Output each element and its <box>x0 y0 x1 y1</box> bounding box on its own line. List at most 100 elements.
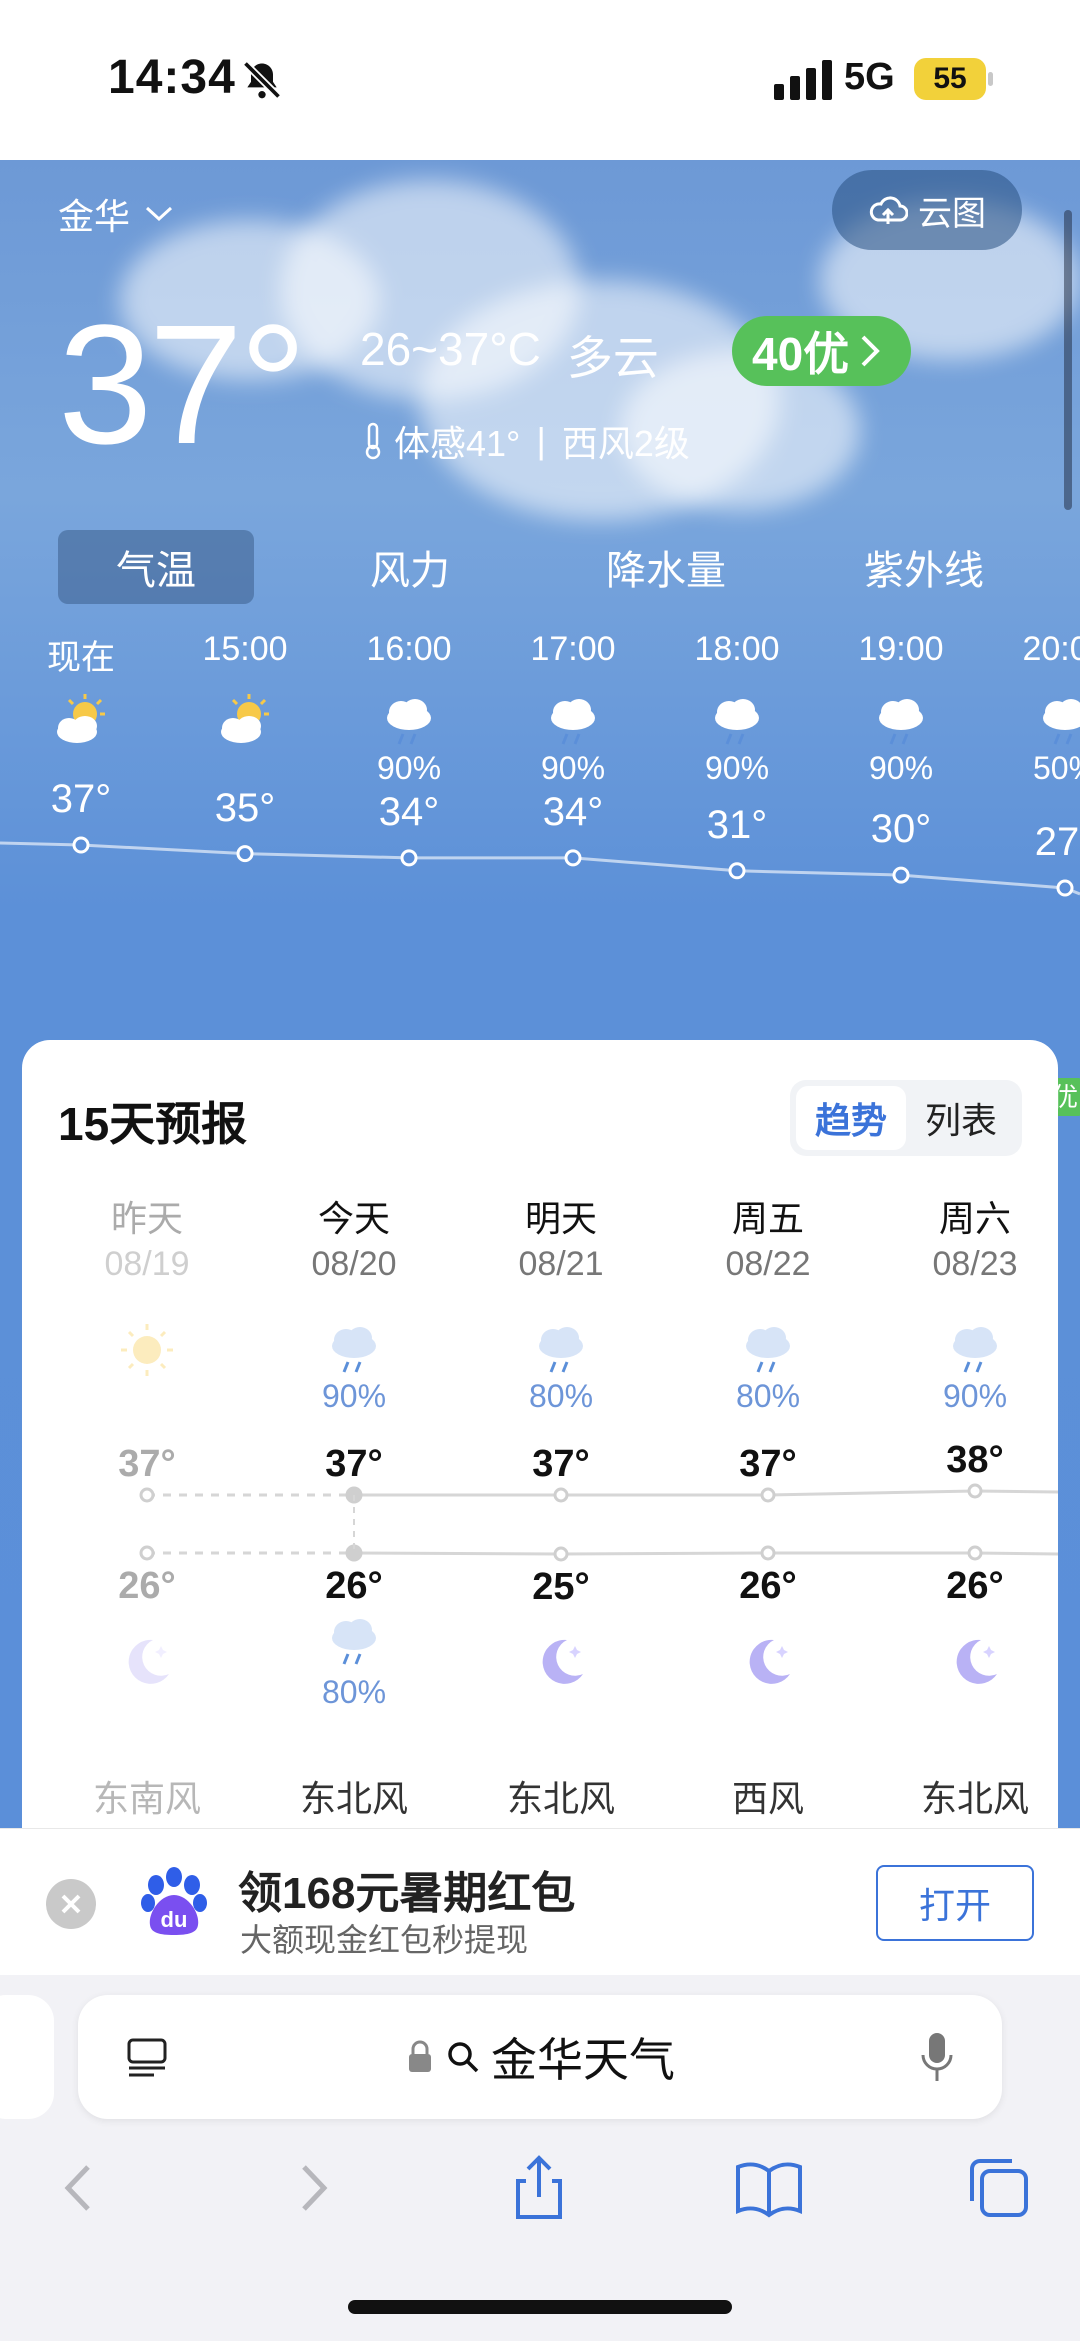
day-name: 今天 <box>317 1198 390 1239</box>
tabs-icon[interactable] <box>964 2153 1034 2223</box>
city-selector[interactable]: 金华 <box>58 188 174 240</box>
day-low-temp: 25° <box>532 1566 590 1608</box>
status-time: 14:34 <box>108 51 236 104</box>
day-high-temp: 37° <box>325 1443 383 1485</box>
hour-temp: 37° <box>50 777 112 821</box>
day-name: 明天 <box>524 1198 597 1239</box>
hour-temp: 31° <box>706 802 768 847</box>
forecast-day[interactable]: 周六 08/23 90% 38° 26° 东北风 <box>900 1040 1050 1840</box>
rain-cloud-icon <box>1043 699 1080 745</box>
day-wind: 东北风 <box>299 1778 408 1819</box>
day-low-temp: 26° <box>118 1565 176 1607</box>
day-high-temp: 37° <box>739 1443 797 1485</box>
hour-time: 16:00 <box>366 630 452 668</box>
forecast-day[interactable]: 昨天 08/19 37° 26° 东南风 <box>72 1040 222 1840</box>
hour-precip-prob: 90% <box>540 750 606 786</box>
baidu-logo-icon: du <box>141 1867 207 1935</box>
moon-icon <box>956 1639 997 1684</box>
status-bar: 14:34 5G 55 <box>0 0 1080 160</box>
day-name: 周六 <box>938 1198 1011 1239</box>
hour-time: 现在 <box>47 639 115 677</box>
tab-0[interactable]: 气温 <box>58 530 254 604</box>
back-icon[interactable] <box>44 2153 114 2223</box>
forecast-day[interactable]: 周五 08/22 80% 37° 26° 西风 <box>693 1040 843 1840</box>
address-bar[interactable]: 金华天气 <box>78 1995 1002 2119</box>
tab-1[interactable]: 风力 <box>312 530 508 604</box>
browser-toolbar: 金华天气 <box>0 1975 1080 2341</box>
day-precip-prob: 80% <box>528 1378 594 1414</box>
hour-precip-prob: 50% <box>1032 750 1080 786</box>
forecast-day[interactable]: 今天 08/20 90% 37° 26° 80% 东北风 <box>279 1040 429 1840</box>
hour-time: 18:00 <box>694 630 780 668</box>
day-date: 08/23 <box>932 1245 1018 1283</box>
day-date: 08/19 <box>104 1245 190 1283</box>
day-high-temp: 37° <box>532 1443 590 1485</box>
search-icon <box>448 2042 479 2073</box>
city-name: 金华 <box>58 196 131 237</box>
forward-icon[interactable] <box>278 2153 348 2223</box>
hour-temp: 34° <box>542 789 604 834</box>
aqi-badge[interactable]: 40优 <box>732 316 912 386</box>
feels-like-row: 体感41° | 西风2级 <box>360 415 690 467</box>
forecast-day[interactable]: 明天 08/21 80% 37° 25° 东北风 <box>486 1040 636 1840</box>
rain-cloud-icon <box>746 1327 790 1373</box>
day-date: 08/20 <box>311 1245 397 1283</box>
signal-icon <box>774 60 832 100</box>
temp-range: 26~37°C <box>360 323 541 375</box>
day-date: 08/22 <box>725 1245 811 1283</box>
hour-time: 17:00 <box>530 630 616 668</box>
cloud-map-button[interactable]: 云图 <box>832 170 1022 250</box>
rain-cloud-icon <box>387 699 431 745</box>
day-name: 周五 <box>731 1198 804 1239</box>
bookmarks-icon[interactable] <box>734 2153 804 2223</box>
chevron-down-icon <box>146 206 173 222</box>
previous-tab-peek[interactable] <box>0 1995 54 2119</box>
ad-banner[interactable]: du 领168元暑期红包 大额现金红包秒提现 打开 <box>0 1828 1080 1974</box>
condition-text: 多云 <box>566 332 659 384</box>
hour-temp: 30° <box>870 807 932 852</box>
rain-cloud-icon <box>879 699 923 745</box>
url-display[interactable]: 金华天气 <box>78 1995 1002 2119</box>
ad-logo-text: du <box>161 1907 188 1932</box>
day-high-temp: 38° <box>946 1439 1004 1481</box>
wind-text: 西风2级 <box>561 423 690 464</box>
network-type: 5G <box>844 56 895 98</box>
url-text: 金华天气 <box>491 2034 675 2086</box>
close-icon <box>61 1894 81 1914</box>
home-indicator[interactable] <box>348 2300 732 2314</box>
hour-time: 15:00 <box>202 630 288 668</box>
aqi-label: 40优 <box>752 328 850 380</box>
day-low-temp: 26° <box>739 1565 797 1607</box>
ad-close-button[interactable] <box>46 1879 96 1929</box>
day-low-temp: 26° <box>946 1565 1004 1607</box>
hour-precip-prob: 90% <box>704 750 770 786</box>
rain-cloud-icon <box>332 1619 376 1665</box>
day-precip-prob: 90% <box>321 1378 387 1414</box>
hour-time: 20:00 <box>1022 630 1080 668</box>
sun-icon <box>121 1324 173 1376</box>
day-wind: 东南风 <box>92 1778 201 1819</box>
rain-cloud-icon <box>715 699 759 745</box>
day-precip-prob: 80% <box>735 1378 801 1414</box>
microphone-icon[interactable] <box>920 2031 954 2085</box>
tab-3[interactable]: 紫外线 <box>826 530 1022 604</box>
rain-cloud-icon <box>953 1327 997 1373</box>
ad-open-button[interactable]: 打开 <box>876 1865 1034 1941</box>
day-precip-prob: 90% <box>942 1378 1008 1414</box>
day-date: 08/21 <box>518 1245 604 1283</box>
lock-icon <box>409 2040 431 2072</box>
tab-2[interactable]: 降水量 <box>568 530 764 604</box>
hour-temp: 27° <box>1034 820 1080 864</box>
bell-muted-icon <box>242 60 282 100</box>
hour-time: 19:00 <box>858 630 944 668</box>
cloud-map-label: 云图 <box>918 194 986 233</box>
moon-icon <box>128 1639 169 1684</box>
metric-tabs: 气温 风力 降水量 紫外线 <box>0 530 1080 604</box>
scroll-indicator[interactable] <box>1064 210 1072 510</box>
current-temperature: 37° <box>58 290 307 480</box>
today-summary: 26~37°C 多云 <box>360 322 659 388</box>
day-name: 昨天 <box>110 1198 183 1239</box>
rain-cloud-icon <box>332 1327 376 1373</box>
share-icon[interactable] <box>504 2153 574 2223</box>
battery-tip <box>988 72 993 86</box>
